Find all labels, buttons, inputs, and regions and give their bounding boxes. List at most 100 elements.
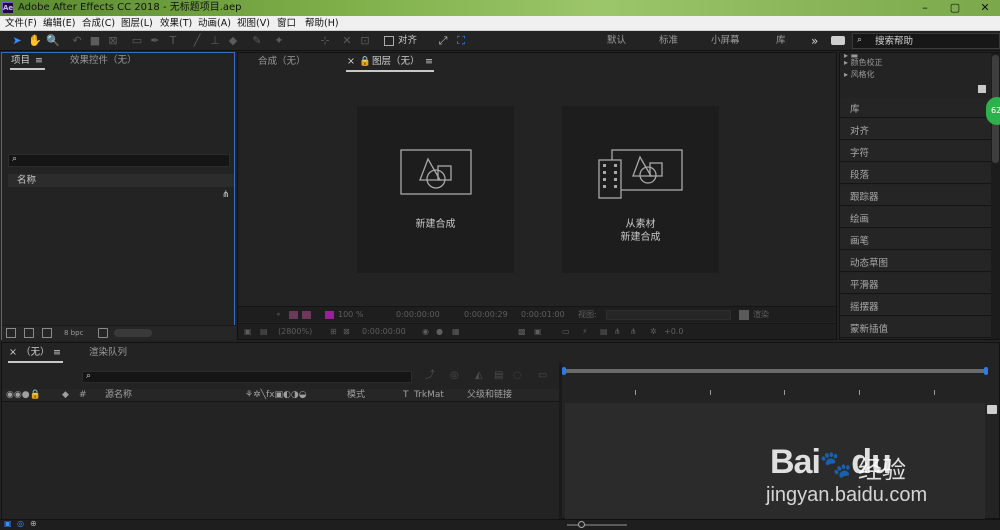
menu-effect[interactable]: 效果(T)	[160, 16, 192, 31]
tab-effect-controls[interactable]: 效果控件（无）	[70, 54, 137, 68]
color-swatch[interactable]	[289, 311, 298, 319]
resolution-icon[interactable]: ▦	[452, 326, 460, 338]
thumbnail-size-slider[interactable]	[114, 329, 152, 337]
comp-flowchart-icon[interactable]: ⋔	[614, 326, 621, 338]
type-tool-icon[interactable]: T	[166, 34, 180, 48]
search-help-input[interactable]: ⌕ 搜索帮助	[852, 33, 1000, 49]
zoom-slider-thumb[interactable]	[578, 521, 585, 528]
project-search-input[interactable]: ⌕	[8, 154, 230, 167]
motion-blur-icon[interactable]: ◌	[513, 370, 522, 382]
label-column-icon[interactable]: ◆	[62, 389, 69, 402]
panel-wiggler[interactable]: 摇摆器	[840, 295, 992, 316]
new-bin-icon[interactable]	[978, 85, 986, 93]
work-area-end-handle[interactable]	[984, 367, 988, 375]
layer-zoom-value[interactable]: 100 %	[338, 309, 363, 321]
new-composition-card[interactable]: 新建合成	[357, 106, 514, 273]
right-panel-scrollbar[interactable]	[991, 53, 1000, 339]
layer-panel-menu-icon[interactable]: ≡	[425, 55, 433, 69]
graph-editor-icon[interactable]: ▭	[538, 370, 547, 382]
tab-layer[interactable]: 图层（无）	[372, 55, 420, 69]
workspace-default[interactable]: 默认	[607, 34, 626, 48]
panel-paragraph[interactable]: 段落	[840, 163, 992, 184]
comp-zoom-value[interactable]: (2800%)	[278, 326, 312, 338]
layer-switches-icon[interactable]: ▣	[4, 519, 12, 528]
preview-icon[interactable]: ▤	[260, 326, 268, 338]
color-swatch-2[interactable]	[302, 311, 311, 319]
comp-button-icon[interactable]	[987, 405, 997, 414]
clone-stamp-tool-icon[interactable]: ⊥	[208, 34, 222, 48]
effect-category-stylize[interactable]: ▸ 风格化	[844, 70, 875, 80]
new-comp-from-footage-card[interactable]: 从素材 新建合成	[562, 106, 719, 273]
column-name-header[interactable]: 名称	[17, 174, 36, 187]
eraser-tool-icon[interactable]: ◆	[226, 34, 240, 48]
pixel-aspect-icon[interactable]: ⚬	[275, 309, 282, 321]
flowchart-icon[interactable]: ⋔	[222, 190, 230, 200]
panel-motion-sketch[interactable]: 动态草图	[840, 251, 992, 272]
region-of-interest-icon[interactable]: ▣	[244, 326, 252, 338]
transfer-controls-icon[interactable]: ◎	[17, 519, 24, 528]
layer-duration-time[interactable]: 0:00:01:00	[521, 309, 565, 321]
hand-tool-icon[interactable]: ✋	[28, 34, 42, 48]
interpret-footage-icon[interactable]	[6, 328, 16, 338]
pan-behind-tool-icon[interactable]: ⊠	[106, 34, 120, 48]
comp-mini-flowchart-icon[interactable]: ⤴	[425, 370, 435, 382]
workspace-standard[interactable]: 标准	[659, 34, 678, 48]
workspace-small-screen[interactable]: 小屏幕	[711, 34, 740, 48]
minimize-button[interactable]: –	[910, 0, 940, 16]
menu-composition[interactable]: 合成(C)	[82, 16, 115, 31]
panel-mask-interpolation[interactable]: 蒙新插值	[840, 317, 992, 338]
timeline-zoom-slider[interactable]	[567, 524, 627, 526]
workspace-more-button[interactable]: »	[811, 34, 818, 48]
menu-window[interactable]: 窗口	[277, 16, 296, 31]
tab-composition[interactable]: 合成（无）	[258, 55, 306, 69]
timeline-icon[interactable]: ▤	[600, 326, 608, 338]
transparency-grid-icon[interactable]: ▩	[518, 326, 526, 338]
axis-view-icon[interactable]: ⊡	[358, 34, 372, 48]
views-layout-icon[interactable]: ▭	[562, 326, 570, 338]
panel-tracker[interactable]: 跟踪器	[840, 185, 992, 206]
effect-category-color-correction[interactable]: ▸ 颜色校正	[844, 58, 883, 68]
rectangle-tool-icon[interactable]: ▭	[130, 34, 144, 48]
time-ruler[interactable]	[562, 363, 999, 403]
panel-brushes[interactable]: 画笔	[840, 229, 992, 250]
zoom-tool-icon[interactable]: 🔍	[46, 34, 60, 48]
magenta-swatch[interactable]	[325, 311, 334, 319]
tab-render-queue[interactable]: 渲染队列	[89, 346, 127, 360]
exposure-value[interactable]: +0.0	[664, 326, 683, 338]
draft-3d-icon[interactable]: ◎	[450, 370, 459, 382]
panel-libraries[interactable]: 库	[840, 97, 992, 118]
sync-settings-icon[interactable]	[831, 36, 845, 45]
in-out-icon[interactable]: ⊕	[30, 519, 37, 528]
axis-world-icon[interactable]: ✕	[340, 34, 354, 48]
brush-tool-icon[interactable]: ╱	[190, 34, 204, 48]
close-tab-icon[interactable]: ×	[347, 55, 355, 69]
work-area-bar[interactable]	[565, 369, 987, 373]
av-features-icons[interactable]: ◉◉●🔒	[6, 389, 41, 402]
view-dropdown[interactable]	[606, 310, 731, 320]
menu-layer[interactable]: 图层(L)	[121, 16, 153, 31]
close-button[interactable]: ✕	[970, 0, 1000, 16]
timeline-menu-icon[interactable]: ≡	[53, 346, 61, 360]
panel-align[interactable]: 对齐	[840, 119, 992, 140]
rotation-tool-icon[interactable]: ↶	[70, 34, 84, 48]
new-folder-icon[interactable]	[24, 328, 34, 338]
3d-view-icon[interactable]: ▣	[534, 326, 542, 338]
menu-view[interactable]: 视图(V)	[237, 16, 270, 31]
menu-edit[interactable]: 编辑(E)	[43, 16, 75, 31]
show-channel-icon[interactable]: ●	[436, 326, 443, 338]
timeline-layer-list[interactable]	[2, 403, 559, 519]
work-area-start-handle[interactable]	[562, 367, 566, 375]
layer-out-time[interactable]: 0:00:00:29	[464, 309, 508, 321]
new-composition-icon[interactable]	[42, 328, 52, 338]
panel-smoother[interactable]: 平滑器	[840, 273, 992, 294]
snapshot-icon[interactable]: ◉	[422, 326, 429, 338]
menu-file[interactable]: 文件(F)	[5, 16, 37, 31]
camera-tool-icon[interactable]: ■	[88, 34, 102, 48]
snap-checkbox[interactable]	[384, 36, 394, 46]
switches-header-icons[interactable]: ⚘✲╲fx▣◐◑◒	[245, 389, 307, 402]
flowchart-icon[interactable]: ⋔	[630, 326, 637, 338]
exposure-icon[interactable]: ✲	[650, 326, 657, 338]
axis-local-icon[interactable]: ⊹	[318, 34, 332, 48]
fast-previews-icon[interactable]: ⚡	[582, 326, 588, 338]
color-depth-label[interactable]: 8 bpc	[64, 327, 83, 339]
